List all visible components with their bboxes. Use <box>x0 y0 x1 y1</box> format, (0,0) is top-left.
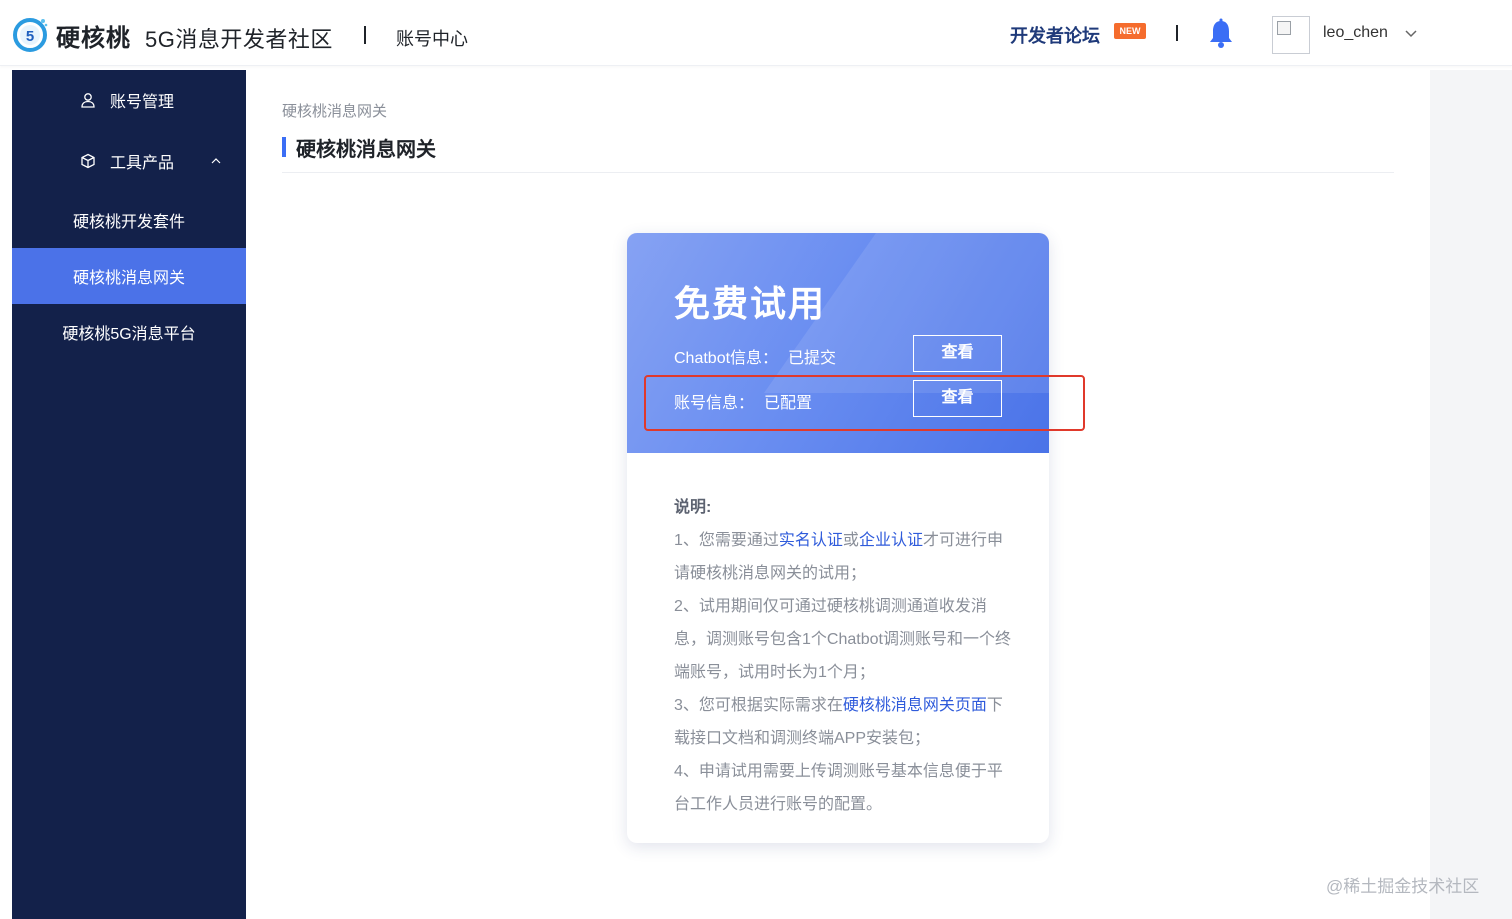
description-item-2: 2、试用期间仅可通过硬核桃调测通道收发消息，调测账号包含1个Chatbot调测账… <box>674 598 1011 681</box>
card-title: 免费试用 <box>674 283 827 324</box>
gateway-page-link[interactable]: 硬核桃消息网关页面 <box>843 697 987 714</box>
right-gutter <box>1430 70 1512 919</box>
breadcrumb[interactable]: 硬核桃消息网关 <box>282 100 387 121</box>
broken-image-icon <box>1277 21 1291 35</box>
divider <box>282 172 1394 173</box>
user-icon <box>81 93 95 108</box>
developer-forum-link[interactable]: 开发者论坛 <box>1010 22 1100 48</box>
chatbot-info-row: Chatbot信息： 已提交 <box>674 344 836 368</box>
section-title: 账号中心 <box>396 29 468 49</box>
description: 说明: 1、您需要通过实名认证或企业认证才可进行申请硬核桃消息网关的试用； 2、… <box>674 491 1014 821</box>
sidebar-item-label: 账号管理 <box>110 94 175 111</box>
description-item-3: 3、您可根据实际需求在硬核桃消息网关页面下载接口文档和调测终端APP安装包； <box>674 689 1014 755</box>
sidebar-item-dev-kit[interactable]: 硬核桃开发套件 <box>12 192 246 248</box>
title-accent-bar <box>282 137 286 157</box>
description-text: 1、您需要通过 <box>674 532 779 549</box>
chatbot-info-label: Chatbot信息： <box>674 350 779 367</box>
avatar[interactable] <box>1272 16 1310 54</box>
sidebar-item-label: 工具产品 <box>110 155 175 172</box>
description-item-4: 4、申请试用需要上传调测账号基本信息便于平台工作人员进行账号的配置。 <box>674 763 1003 813</box>
top-header: 5 硬核桃 5G消息开发者社区 账号中心 开发者论坛 NEW leo_chen <box>0 0 1512 66</box>
description-text: 3、您可根据实际需求在 <box>674 697 843 714</box>
description-heading: 说明: <box>674 499 712 516</box>
sidebar-item-5g-platform[interactable]: 硬核桃5G消息平台 <box>12 304 246 360</box>
sidebar-item-label: 硬核桃开发套件 <box>72 214 185 231</box>
header-divider <box>364 26 366 44</box>
svg-text:5: 5 <box>26 28 34 45</box>
sidebar-item-label: 硬核桃5G消息平台 <box>62 326 196 343</box>
chevron-down-icon[interactable] <box>1404 26 1418 40</box>
annotation-highlight-box <box>644 375 1085 431</box>
sidebar: 账号管理 工具产品 硬核桃开发套件 硬核桃消息网关 硬核桃5G消息平台 <box>12 70 246 919</box>
cube-icon <box>81 153 95 169</box>
header-divider <box>1176 25 1178 41</box>
enterprise-auth-link[interactable]: 企业认证 <box>859 532 923 549</box>
chevron-up-icon[interactable] <box>210 155 222 167</box>
watermark: @稀土掘金技术社区 <box>1326 877 1480 896</box>
brand-name[interactable]: 硬核桃 <box>56 18 131 53</box>
sidebar-item-label: 硬核桃消息网关 <box>72 270 185 287</box>
product-name[interactable]: 5G消息开发者社区 <box>145 22 333 54</box>
free-trial-card: 免费试用 Chatbot信息： 已提交 查看 账号信息： 已配置 查看 说明: 1、… <box>627 233 1049 843</box>
bell-icon[interactable] <box>1207 18 1235 50</box>
description-text: 或 <box>842 532 859 549</box>
real-name-auth-link[interactable]: 实名认证 <box>779 532 843 549</box>
sidebar-item-message-gateway[interactable]: 硬核桃消息网关 <box>12 248 246 304</box>
page-title: 硬核桃消息网关 <box>296 139 436 161</box>
sidebar-item-tool-products[interactable]: 工具产品 <box>12 133 246 189</box>
new-badge: NEW <box>1114 23 1146 39</box>
view-chatbot-button[interactable]: 查看 <box>913 335 1002 372</box>
logo-5-icon[interactable]: 5 <box>12 16 48 52</box>
sidebar-item-account-management[interactable]: 账号管理 <box>12 72 246 128</box>
description-item-1: 1、您需要通过实名认证或企业认证才可进行申请硬核桃消息网关的试用； <box>674 524 1014 590</box>
username[interactable]: leo_chen <box>1323 24 1388 42</box>
chatbot-info-status: 已提交 <box>788 350 837 367</box>
